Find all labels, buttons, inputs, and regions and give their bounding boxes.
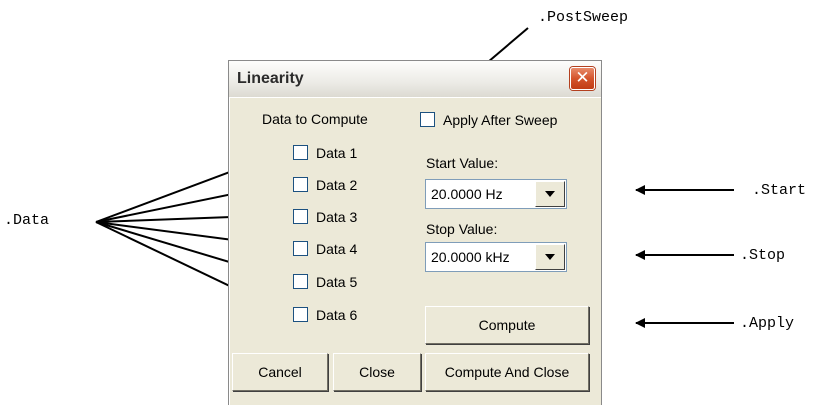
callout-apply: .Apply <box>740 315 795 332</box>
compute-button[interactable]: Compute <box>425 306 589 344</box>
data-6-checkbox[interactable] <box>293 307 308 322</box>
apply-after-sweep-checkbox[interactable] <box>420 112 435 127</box>
dialog-title: Linearity <box>237 70 304 87</box>
stop-dropdown-button[interactable] <box>535 244 565 270</box>
chevron-down-icon <box>545 254 555 260</box>
callout-data: .Data <box>4 212 50 229</box>
data-2-label: Data 2 <box>316 177 358 193</box>
close-window-button[interactable]: ✕ <box>570 67 595 90</box>
data-1-label: Data 1 <box>316 145 358 161</box>
data-to-compute-label: Data to Compute <box>262 111 368 127</box>
callout-postsweep: .PostSweep <box>538 9 629 26</box>
compute-and-close-button[interactable]: Compute And Close <box>425 353 589 391</box>
data-4-checkbox[interactable] <box>293 241 308 256</box>
data-3-checkbox[interactable] <box>293 209 308 224</box>
data-1-checkbox[interactable] <box>293 145 308 160</box>
apply-after-sweep-label: Apply After Sweep <box>443 112 558 128</box>
title-bar: Linearity ✕ <box>229 61 601 98</box>
start-value-label: Start Value: <box>426 155 499 171</box>
callout-stop: .Stop <box>740 247 786 264</box>
data-5-label: Data 5 <box>316 274 358 290</box>
callout-start: .Start <box>752 182 807 199</box>
data-2-checkbox[interactable] <box>293 177 308 192</box>
chevron-down-icon <box>545 191 555 197</box>
start-dropdown-button[interactable] <box>535 181 565 207</box>
data-6-label: Data 6 <box>316 307 358 323</box>
close-button[interactable]: Close <box>333 353 421 391</box>
cancel-button[interactable]: Cancel <box>232 353 328 391</box>
stop-value-text: 20.0000 kHz <box>431 249 510 265</box>
stop-value-dropdown[interactable]: 20.0000 kHz <box>425 242 567 272</box>
start-value-text: 20.0000 Hz <box>431 186 503 202</box>
stop-value-label: Stop Value: <box>426 221 498 237</box>
data-3-label: Data 3 <box>316 209 358 225</box>
start-value-dropdown[interactable]: 20.0000 Hz <box>425 179 567 209</box>
data-4-label: Data 4 <box>316 241 358 257</box>
close-icon: ✕ <box>575 68 590 87</box>
data-5-checkbox[interactable] <box>293 274 308 289</box>
linearity-dialog: Linearity ✕ Data to Compute Apply After … <box>228 60 602 405</box>
